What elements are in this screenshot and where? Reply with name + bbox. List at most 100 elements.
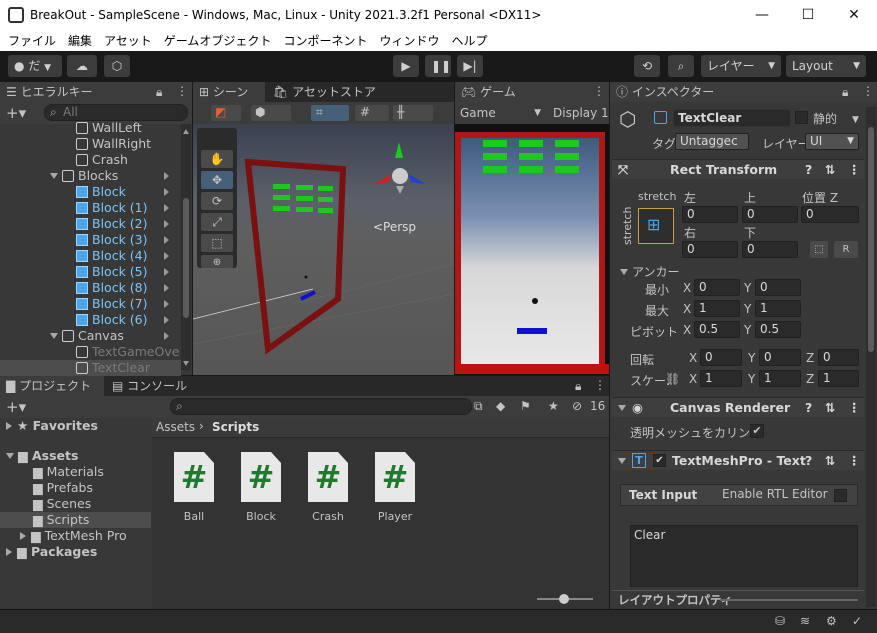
- pivot-x-input[interactable]: 0.5: [694, 321, 740, 338]
- hierarchy-item[interactable]: TextGameOve: [60, 344, 179, 360]
- hierarchy-item[interactable]: Block (7): [60, 296, 181, 312]
- draw-mode-button[interactable]: ◩: [211, 105, 241, 121]
- scale-x-input[interactable]: 1: [700, 370, 742, 387]
- script-crash[interactable]: # Crash: [302, 452, 354, 523]
- search-by-type-icon[interactable]: ⧉: [474, 399, 483, 414]
- game-viewport[interactable]: [455, 124, 609, 375]
- settings-icon[interactable]: ⇅: [825, 160, 835, 180]
- expand-icon[interactable]: [50, 333, 58, 339]
- chevron-right-icon[interactable]: [164, 300, 169, 308]
- tmp-enabled-checkbox[interactable]: ✔: [653, 454, 666, 467]
- packages-item[interactable]: ▆ Packages: [6, 544, 97, 560]
- hierarchy-item[interactable]: Block (6): [60, 312, 181, 328]
- cloud-button[interactable]: ☁: [67, 55, 97, 77]
- more-options-icon[interactable]: ⋮: [862, 84, 874, 98]
- tab-inspector[interactable]: ⓘ インスペクター: [610, 82, 877, 102]
- hierarchy-scrollbar[interactable]: [181, 124, 191, 370]
- label-icon[interactable]: ◆: [496, 399, 505, 413]
- hierarchy-item[interactable]: Block: [60, 184, 181, 200]
- tmp-header[interactable]: T ✔ TextMeshPro - Text ? ⇅ ⋮: [612, 450, 864, 470]
- play-button[interactable]: ▶: [393, 55, 419, 77]
- menu-assets[interactable]: アセット: [98, 31, 158, 51]
- cull-checkbox[interactable]: ✔: [750, 424, 764, 438]
- help-icon[interactable]: ?: [805, 451, 812, 471]
- hierarchy-item[interactable]: Blocks: [50, 168, 181, 184]
- layer-dropdown[interactable]: UI ▼: [805, 133, 859, 150]
- create-button[interactable]: +▾: [6, 398, 26, 416]
- account-dropdown[interactable]: ● だ ▼: [8, 55, 62, 77]
- left-input[interactable]: 0: [682, 206, 738, 223]
- project-search-input[interactable]: ⌕: [170, 398, 472, 415]
- menu-gameobject[interactable]: ゲームオブジェクト: [158, 31, 278, 51]
- hierarchy-item[interactable]: Crash: [60, 152, 128, 168]
- status-ok-icon[interactable]: ✓: [852, 614, 862, 628]
- tag-dropdown[interactable]: Untaggec: [675, 133, 749, 150]
- help-icon[interactable]: ?: [805, 160, 812, 180]
- display-select[interactable]: Display 1: [553, 104, 609, 122]
- cache-icon[interactable]: ⛁: [775, 614, 785, 628]
- active-checkbox[interactable]: [654, 111, 667, 124]
- step-button[interactable]: ▶|: [457, 55, 483, 77]
- script-player[interactable]: # Player: [369, 452, 421, 523]
- text-content-area[interactable]: Clear: [630, 525, 858, 587]
- chevron-right-icon[interactable]: [164, 236, 169, 244]
- pause-button[interactable]: ❚❚: [425, 55, 451, 77]
- more-options-icon[interactable]: ⋮: [848, 451, 861, 471]
- add-button[interactable]: +▾: [6, 104, 26, 122]
- menu-window[interactable]: ウィンドウ: [373, 31, 445, 51]
- shading-button[interactable]: ⬢: [251, 105, 291, 121]
- link-icon[interactable]: ⛓: [665, 372, 680, 386]
- chevron-right-icon[interactable]: [164, 332, 169, 340]
- script-ball[interactable]: # Ball: [168, 452, 220, 523]
- pivot-y-input[interactable]: 0.5: [755, 321, 801, 338]
- chevron-right-icon[interactable]: [164, 252, 169, 260]
- static-checkbox[interactable]: [795, 111, 808, 124]
- rotation-z-input[interactable]: 0: [818, 349, 859, 366]
- chevron-right-icon[interactable]: [164, 220, 169, 228]
- close-button[interactable]: ✕: [831, 0, 877, 31]
- hierarchy-item[interactable]: Block (1): [60, 200, 181, 216]
- rotation-x-input[interactable]: 0: [700, 349, 742, 366]
- collab-button[interactable]: ⬡: [104, 55, 130, 77]
- maximize-button[interactable]: ☐: [785, 0, 831, 31]
- chevron-right-icon[interactable]: [164, 268, 169, 276]
- menu-help[interactable]: ヘルプ: [445, 31, 493, 51]
- hierarchy-item[interactable]: WallLeft: [60, 120, 142, 136]
- chevron-right-icon[interactable]: [164, 204, 169, 212]
- rect-transform-header[interactable]: ⤧ Rect Transform ? ⇅ ⋮: [612, 159, 864, 179]
- layers-dropdown[interactable]: レイヤー ▼: [701, 55, 781, 77]
- posz-input[interactable]: 0: [801, 206, 859, 223]
- more-options-icon[interactable]: ⋮: [594, 378, 606, 392]
- snap-button[interactable]: ╫: [393, 105, 433, 121]
- scale-z-input[interactable]: 1: [818, 370, 859, 387]
- hierarchy-item[interactable]: TextClear: [60, 360, 150, 376]
- breadcrumb-scripts[interactable]: Scripts: [212, 420, 259, 434]
- object-name-input[interactable]: TextClear: [673, 109, 791, 127]
- rect-tool[interactable]: ⬚: [201, 234, 233, 252]
- canvas-renderer-header[interactable]: ◉ Canvas Renderer ? ⇅ ⋮: [612, 397, 864, 417]
- move-tool[interactable]: ✥: [201, 171, 233, 189]
- lock-icon[interactable]: 🔒︎: [156, 85, 162, 100]
- more-options-icon[interactable]: ⋮: [176, 84, 188, 98]
- help-icon[interactable]: ?: [805, 398, 812, 418]
- layers-icon[interactable]: ≋: [800, 614, 810, 628]
- chevron-right-icon[interactable]: [164, 316, 169, 324]
- scale-tool[interactable]: ⤢: [201, 213, 233, 231]
- transform-tool[interactable]: ⊕: [201, 255, 233, 268]
- script-block[interactable]: # Block: [235, 452, 287, 523]
- folder-materials[interactable]: ▆ Materials: [33, 464, 104, 480]
- folder-scenes[interactable]: ▆ Scenes: [33, 496, 91, 512]
- persp-label[interactable]: <Persp: [373, 220, 416, 234]
- gizmo-button[interactable]: ⌗: [311, 105, 349, 121]
- hierarchy-item[interactable]: Block (3): [60, 232, 181, 248]
- tab-console[interactable]: ▤ コンソール: [106, 376, 193, 396]
- favorite-star-icon[interactable]: ★: [548, 399, 559, 413]
- folder-scripts[interactable]: ▆ Scripts: [33, 512, 89, 528]
- tab-hierarchy[interactable]: ☰ ヒエラルキー: [0, 82, 192, 102]
- anchor-max-y-input[interactable]: 1: [755, 300, 801, 317]
- raw-edit-button[interactable]: R: [834, 241, 858, 258]
- rotation-y-input[interactable]: 0: [759, 349, 801, 366]
- anchor-min-x-input[interactable]: 0: [694, 279, 740, 296]
- tab-project[interactable]: ▇ プロジェクト: [0, 376, 104, 396]
- rotate-tool[interactable]: ⟳: [201, 192, 233, 210]
